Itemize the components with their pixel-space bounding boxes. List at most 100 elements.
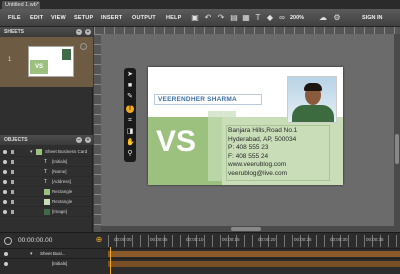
app-window: Untitled 1.wb* FILE EDIT VIEW SETUP INSE… [0, 0, 400, 274]
visibility-icon[interactable] [4, 252, 8, 256]
card-address[interactable]: Banjara Hills,Road No.1 Hyderabad, AP, 5… [228, 127, 297, 178]
timeline-tick: 00:00:15 [222, 237, 240, 242]
card-initials[interactable]: VS [156, 125, 196, 159]
object-label: Sheet Business Card [45, 149, 88, 154]
menu-view[interactable]: VIEW [51, 9, 66, 27]
text-object-icon: T [44, 179, 48, 185]
hand-icon[interactable]: ✋ [126, 139, 135, 147]
text-icon[interactable]: T [253, 13, 263, 23]
menu-setup[interactable]: SETUP [74, 9, 93, 27]
timeline-row[interactable]: ▾ Sheet Busi... [0, 248, 400, 258]
object-row[interactable]: T [Address] [0, 177, 93, 187]
document-tab[interactable]: Untitled 1.wb* [2, 1, 40, 9]
pen-icon[interactable]: ✎ [126, 93, 134, 101]
visibility-icon[interactable] [3, 200, 7, 204]
objects-header: OBJECTS − + [0, 135, 93, 145]
object-row[interactable]: Rectangle [0, 197, 93, 207]
object-row[interactable]: Rectangle [0, 187, 93, 197]
lock-icon[interactable] [11, 170, 14, 174]
sheet-icon [36, 149, 42, 155]
remove-sheet-icon[interactable]: − [76, 29, 82, 35]
timecode: 00:00:00.00 [18, 237, 53, 244]
layers-tool-icon[interactable]: ◨ [126, 128, 134, 136]
tool-palette: ➤ ■ ✎ T ⌗ ◨ ✋ ⚲ [124, 68, 136, 162]
rectangle-icon[interactable]: ■ [126, 82, 134, 90]
menu-output[interactable]: OUTPUT [132, 9, 156, 27]
fax-line: F: 408 555 24 [228, 152, 269, 160]
left-panel: SHEETS − + 1 VS OBJECTS − + ▾ Sheet Busi… [0, 27, 93, 232]
sheet-item[interactable]: 1 VS [0, 37, 93, 87]
sheet-settings-icon[interactable] [80, 43, 87, 50]
object-label: [Name] [52, 169, 67, 174]
objects-title: OBJECTS [4, 137, 28, 143]
object-row[interactable]: [Image] [0, 207, 93, 217]
image-icon[interactable]: ▦ [241, 13, 251, 23]
timeline-bar[interactable] [108, 251, 400, 257]
object-row-sheet[interactable]: ▾ Sheet Business Card [0, 147, 93, 157]
object-row[interactable]: T [Name] [0, 167, 93, 177]
lock-icon[interactable] [11, 160, 14, 164]
cursor-icon[interactable]: ➤ [126, 71, 134, 79]
settings-icon[interactable]: ⚙ [332, 13, 342, 23]
object-label: Rectangle [52, 189, 73, 194]
visibility-icon[interactable] [3, 160, 7, 164]
add-sheet-icon[interactable]: + [85, 29, 91, 35]
text-tool-icon[interactable]: T [126, 105, 134, 113]
layers-icon[interactable]: ▤ [229, 13, 239, 23]
redo-icon[interactable]: ↷ [216, 13, 226, 23]
address-line: Hyderabad, AP, 500034 [228, 135, 297, 143]
expand-icon[interactable]: ▾ [30, 251, 36, 257]
visibility-icon[interactable] [3, 190, 7, 194]
thumb-initials: VS [30, 60, 48, 74]
business-card[interactable]: VS VEERENDHER SHARMA Banjara Hills,Road … [148, 67, 343, 185]
object-row[interactable]: T [Initials] [0, 157, 93, 167]
lock-icon[interactable] [11, 190, 14, 194]
menu-help[interactable]: HELP [166, 9, 181, 27]
undo-icon[interactable]: ↶ [203, 13, 213, 23]
object-label: [Initials] [52, 159, 68, 164]
zoom-level[interactable]: 200% [290, 9, 304, 27]
card-name[interactable]: VEERENDHER SHARMA [158, 96, 237, 103]
cloud-icon[interactable]: ☁ [318, 13, 328, 23]
vertical-scroll-thumb[interactable] [395, 134, 399, 164]
menu-insert[interactable]: INSERT [101, 9, 122, 27]
lock-icon[interactable] [11, 200, 14, 204]
sheet-thumbnail[interactable]: VS [28, 46, 74, 77]
signin-button[interactable]: SIGN IN [362, 9, 382, 27]
lock-icon[interactable] [11, 150, 14, 154]
address-line: Banjara Hills,Road No.1 [228, 127, 298, 134]
card-photo[interactable] [287, 76, 337, 123]
timeline-ruler[interactable]: 00:00:00 00:00:05 00:00:10 00:00:15 00:0… [108, 235, 400, 247]
timeline-row-label: [Initials] [52, 261, 68, 266]
visibility-icon[interactable] [3, 150, 7, 154]
play-icon[interactable] [4, 237, 12, 245]
crop-icon[interactable]: ⌗ [126, 117, 134, 125]
add-object-icon[interactable]: + [85, 137, 91, 143]
website-line: www.veerublog.com [228, 161, 287, 168]
menu-file[interactable]: FILE [8, 9, 21, 27]
timeline-tick: 00:00:10 [186, 237, 204, 242]
menu-edit[interactable]: EDIT [30, 9, 43, 27]
visibility-icon[interactable] [3, 180, 7, 184]
lock-icon[interactable] [11, 210, 14, 214]
add-keyframe-icon[interactable]: ⊕ [94, 235, 104, 245]
visibility-icon[interactable] [3, 210, 7, 214]
visibility-icon[interactable] [3, 170, 7, 174]
shape-icon[interactable]: ◆ [265, 13, 275, 23]
visibility-icon[interactable] [4, 262, 8, 266]
link-icon[interactable]: ∞ [277, 13, 287, 23]
photo-hair [304, 83, 322, 91]
lock-icon[interactable] [11, 180, 14, 184]
timeline-bar[interactable] [108, 261, 400, 267]
remove-object-icon[interactable]: − [76, 137, 82, 143]
timeline-tick: 00:00:35 [366, 237, 384, 242]
playhead[interactable] [110, 247, 111, 274]
timeline-row[interactable]: [Initials] [0, 258, 400, 268]
object-label: [Address] [52, 179, 72, 184]
vertical-ruler [94, 34, 101, 232]
save-icon[interactable]: ▣ [190, 13, 200, 23]
zoom-icon[interactable]: ⚲ [126, 150, 134, 158]
horizontal-scroll-thumb[interactable] [231, 227, 261, 231]
title-strip: Untitled 1.wb* [0, 0, 400, 9]
vertical-scrollbar[interactable] [394, 34, 400, 226]
